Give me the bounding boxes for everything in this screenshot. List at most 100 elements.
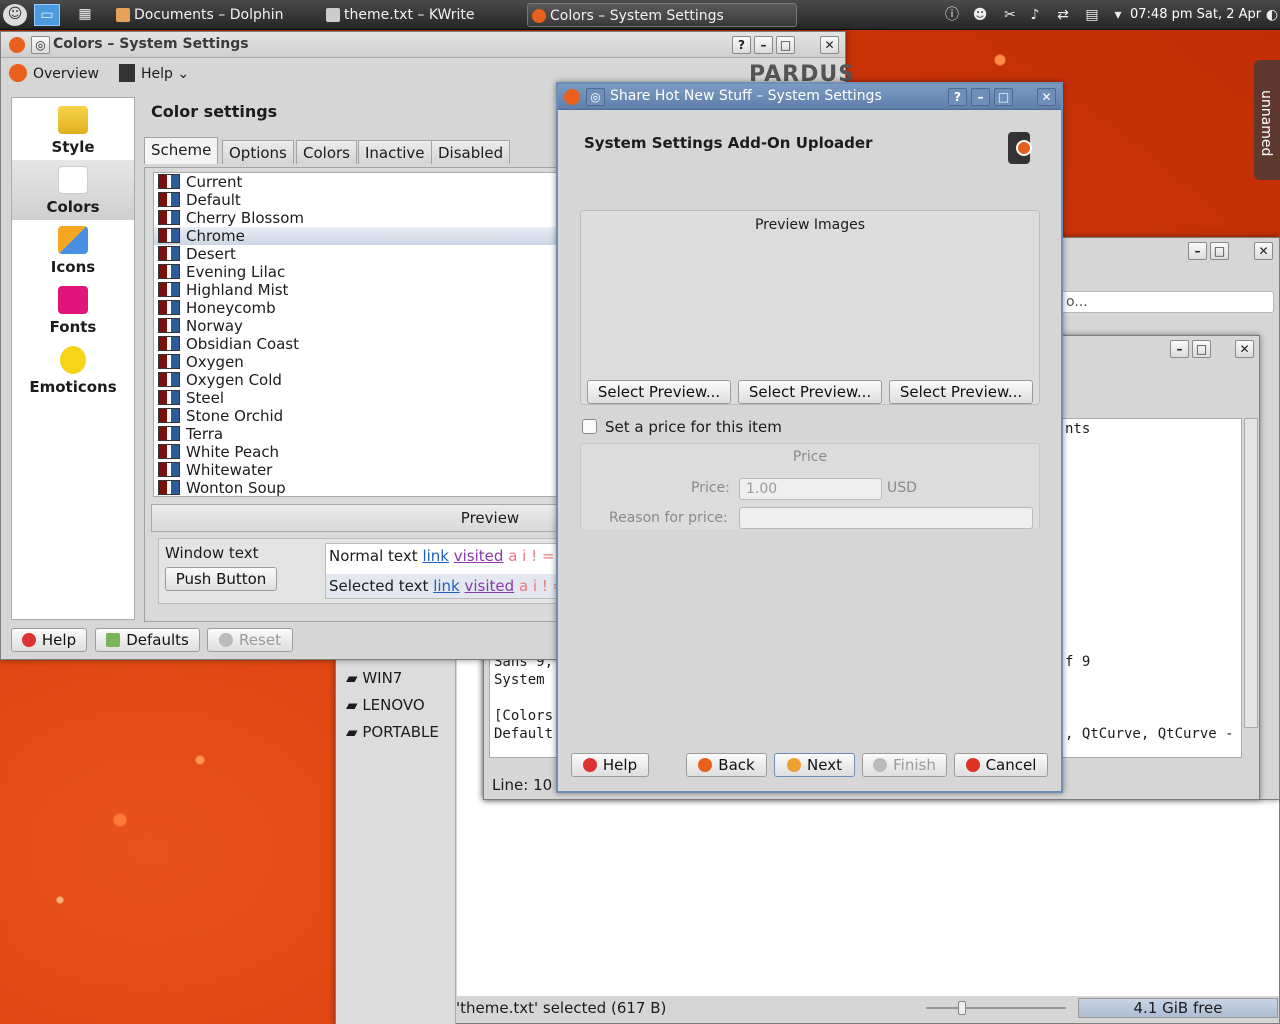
clock[interactable]: 07:48 pm Sat, 2 Apr [1130, 0, 1261, 30]
scheme-label: Cherry Blossom [186, 209, 304, 227]
tab-scheme[interactable]: Scheme [144, 137, 219, 164]
finish-button[interactable]: Finish [862, 753, 947, 777]
list-item[interactable]: Obsidian Coast [154, 335, 562, 353]
minimize-button[interactable]: – [1170, 340, 1189, 358]
help-title-button[interactable]: ? [732, 36, 751, 54]
list-item[interactable]: Chrome [154, 227, 562, 245]
task-kwrite[interactable]: theme.txt – KWrite [322, 3, 517, 27]
close-button[interactable]: ✕ [1235, 340, 1254, 358]
list-item[interactable]: Evening Lilac [154, 263, 562, 281]
minimize-button[interactable]: – [1188, 242, 1207, 260]
defaults-button[interactable]: Defaults [95, 628, 200, 652]
list-item[interactable]: Highland Mist [154, 281, 562, 299]
category-icons[interactable]: Icons [12, 220, 134, 280]
list-item[interactable]: Wonton Soup [154, 479, 562, 496]
close-button[interactable]: ✕ [1037, 88, 1056, 106]
link-text: link [422, 547, 449, 565]
tab-colors[interactable]: Colors [296, 140, 357, 164]
tab-disabled[interactable]: Disabled [431, 140, 511, 164]
category-label: Colors [46, 198, 100, 216]
list-item[interactable]: Steel [154, 389, 562, 407]
editor-line: f 9 [1065, 654, 1091, 670]
scheme-swatch-icon [158, 300, 180, 315]
set-price-checkbox[interactable]: Set a price for this item [582, 418, 782, 436]
reason-input[interactable] [739, 507, 1033, 529]
status-glyphs: a i ! = [508, 547, 555, 565]
maximize-button[interactable]: □ [994, 88, 1013, 106]
close-button[interactable]: ✕ [820, 36, 839, 54]
menu-icon[interactable]: ◎ [31, 36, 50, 54]
help-title-button[interactable]: ? [948, 88, 967, 106]
search-input[interactable]: o... [1059, 291, 1274, 313]
chevron-down-icon[interactable]: ▾ [1108, 5, 1128, 25]
scheme-label: Terra [186, 425, 224, 443]
list-item[interactable]: Oxygen [154, 353, 562, 371]
reset-icon [219, 633, 234, 647]
network-icon[interactable]: ⇄ [1053, 5, 1073, 25]
list-item[interactable]: Default [154, 191, 562, 209]
scheme-label: Oxygen [186, 353, 244, 371]
cancel-button[interactable]: Cancel [954, 753, 1048, 777]
list-item[interactable]: Oxygen Cold [154, 371, 562, 389]
menu-icon[interactable]: ◎ [586, 88, 605, 106]
list-item[interactable]: Cherry Blossom [154, 209, 562, 227]
select-preview-button-3[interactable]: Select Preview... [889, 380, 1033, 404]
pager-icon[interactable]: ▦ [68, 4, 102, 26]
task-label: Documents – Dolphin [134, 7, 284, 23]
power-icon[interactable]: ◐ [1262, 5, 1280, 25]
task-dolphin[interactable]: Documents – Dolphin [112, 3, 317, 27]
info-icon[interactable]: ⓘ [942, 5, 962, 25]
preview-push-button[interactable]: Push Button [165, 567, 277, 591]
dolphin-icon [116, 8, 130, 22]
overview-button[interactable]: Overview [9, 64, 99, 82]
cat-icon[interactable]: ☻ [970, 5, 990, 25]
price-spinbox[interactable]: 1.00 [739, 478, 882, 500]
clipboard-icon[interactable]: ▤ [1082, 5, 1102, 25]
vertical-scrollbar[interactable] [1244, 418, 1258, 728]
help-label: Help [602, 756, 638, 774]
list-item[interactable]: Whitewater [154, 461, 562, 479]
list-item[interactable]: Desert [154, 245, 562, 263]
maximize-button[interactable]: □ [1210, 242, 1229, 260]
scissors-icon[interactable]: ✂ [1000, 5, 1020, 25]
category-style[interactable]: Style [12, 100, 134, 160]
titlebar[interactable]: ◎ Share Hot New Stuff – System Settings … [558, 84, 1061, 110]
tab-options[interactable]: Options [222, 140, 294, 164]
place-win7[interactable]: ▰ WIN7 [346, 669, 402, 687]
list-item[interactable]: Honeycomb [154, 299, 562, 317]
list-item[interactable]: Current [154, 173, 562, 191]
maximize-button[interactable]: □ [776, 36, 795, 54]
volume-icon[interactable]: ♪ [1025, 5, 1045, 25]
scheme-label: Steel [186, 389, 225, 407]
tab-inactive[interactable]: Inactive [358, 140, 432, 164]
place-portable[interactable]: ▰ PORTABLE [346, 723, 439, 741]
select-preview-button-2[interactable]: Select Preview... [738, 380, 882, 404]
help-button[interactable]: Help [571, 753, 649, 777]
list-item[interactable]: White Peach [154, 443, 562, 461]
desktop-widget[interactable]: unnamed [1254, 60, 1280, 180]
next-button[interactable]: Next [774, 753, 855, 777]
minimize-button[interactable]: – [754, 36, 773, 54]
task-system-settings[interactable]: Colors – System Settings [527, 3, 797, 27]
titlebar[interactable]: ◎ Colors – System Settings ? – □ ✕ [1, 32, 845, 58]
scheme-list[interactable]: Current Default Cherry Blossom Chrome Desert… [153, 172, 563, 497]
scheme-label: Default [186, 191, 241, 209]
help-menu-button[interactable]: Help ⌄ [119, 64, 189, 82]
maximize-button[interactable]: □ [1192, 340, 1211, 358]
select-preview-button-1[interactable]: Select Preview... [587, 380, 731, 404]
category-fonts[interactable]: Fonts [12, 280, 134, 340]
list-item[interactable]: Stone Orchid [154, 407, 562, 425]
app-launcher-icon[interactable]: ☺ [3, 4, 27, 26]
minimize-button[interactable]: – [971, 88, 990, 106]
list-item[interactable]: Terra [154, 425, 562, 443]
zoom-slider[interactable] [926, 1001, 1066, 1015]
category-colors[interactable]: Colors [12, 160, 134, 220]
reset-button[interactable]: Reset [207, 628, 293, 652]
help-button[interactable]: Help [11, 628, 87, 652]
place-lenovo[interactable]: ▰ LENOVO [346, 696, 425, 714]
show-desktop-icon[interactable]: ▭ [34, 4, 60, 26]
list-item[interactable]: Norway [154, 317, 562, 335]
back-button[interactable]: Back [686, 753, 767, 777]
close-button[interactable]: ✕ [1254, 242, 1273, 260]
category-emoticons[interactable]: Emoticons [12, 340, 134, 400]
